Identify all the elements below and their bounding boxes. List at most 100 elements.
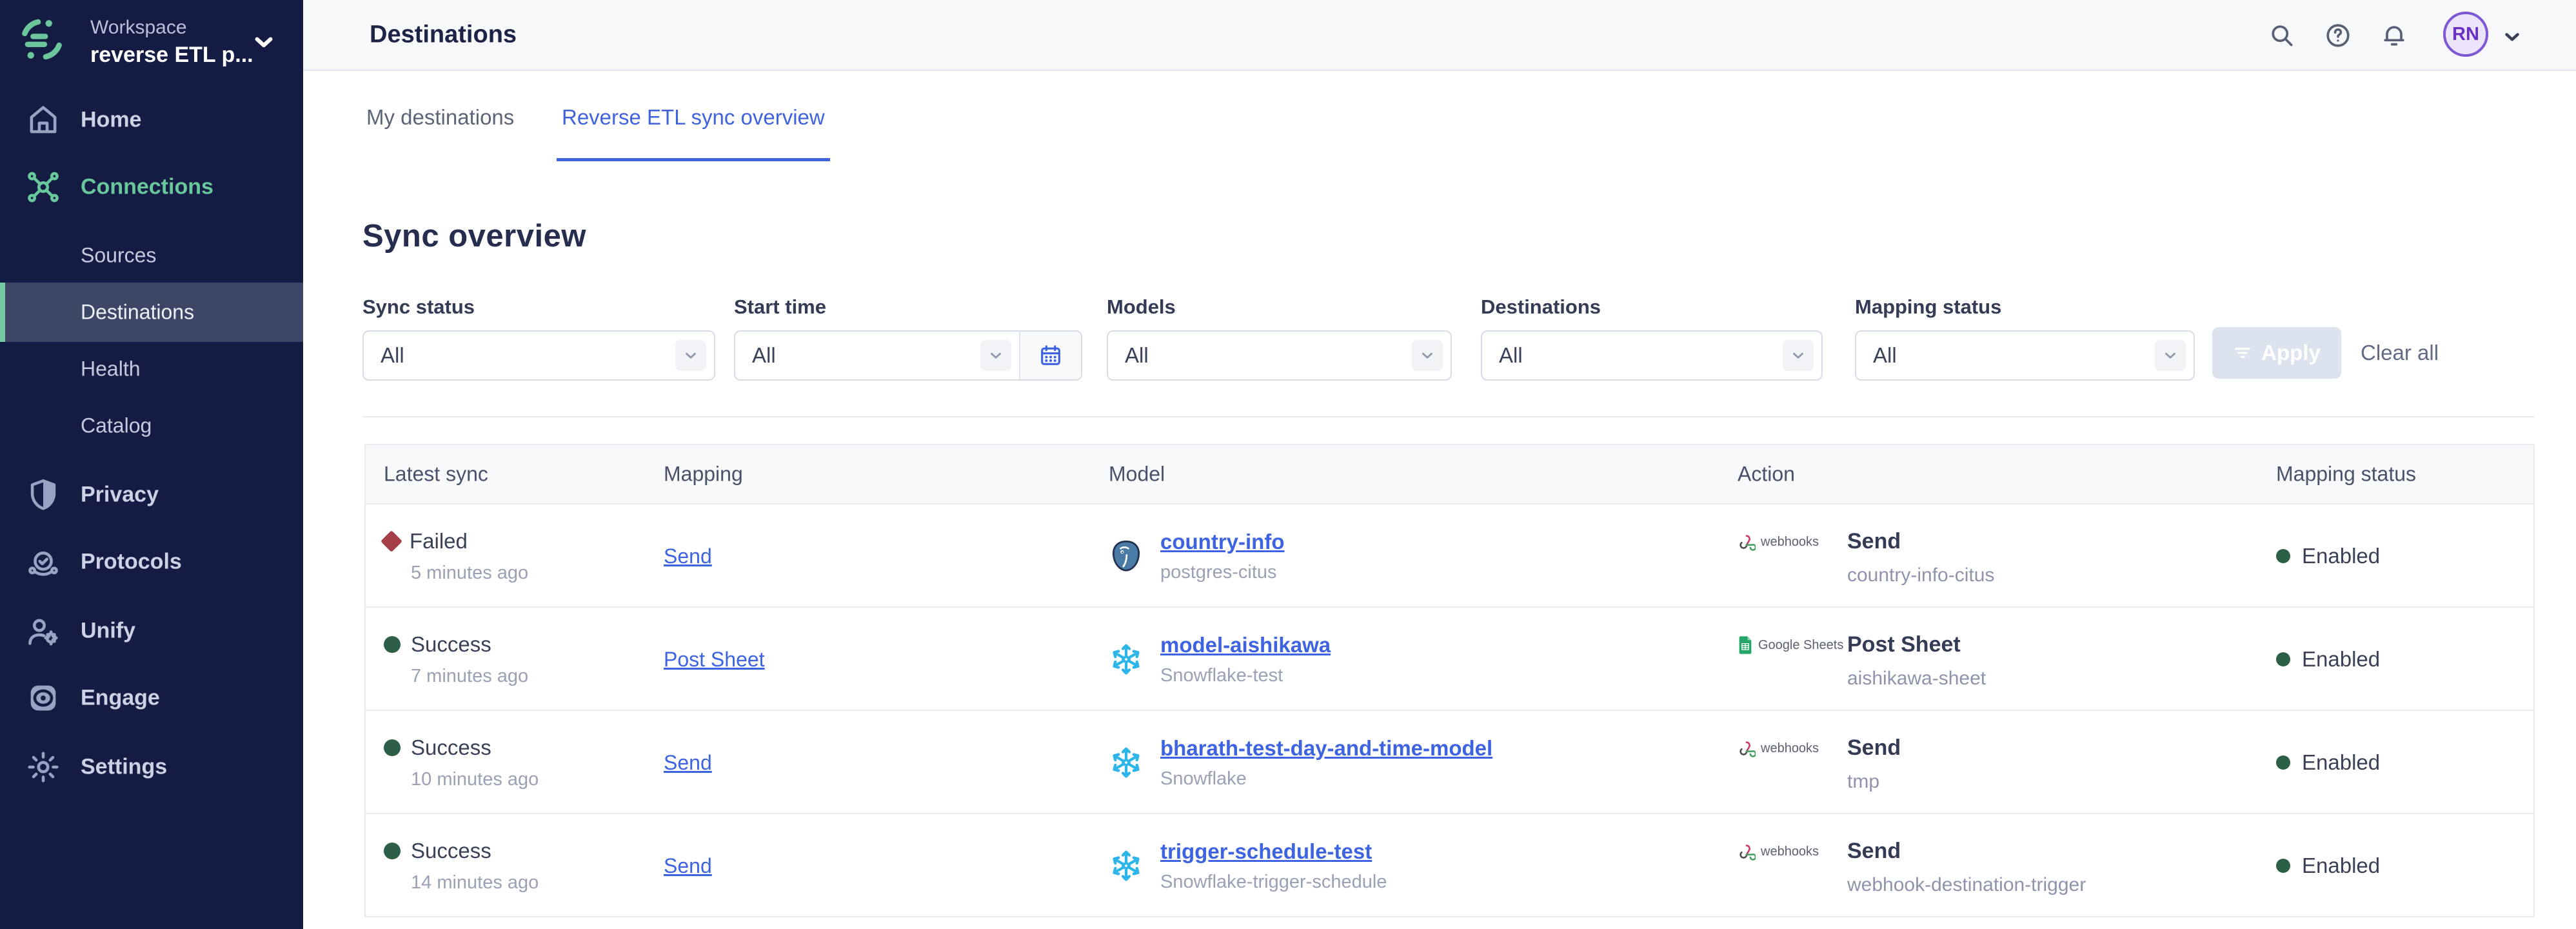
webhooks-logo: webhooks [1738,533,1847,551]
sync-overview-section: Sync overview Sync status All Start time… [303,163,2576,929]
mapping-status-cell: Enabled [2276,608,2380,711]
sidebar-item-catalog[interactable]: Catalog [0,396,303,455]
sidebar-item-label: Health [81,357,141,381]
col-action: Action [1738,463,1795,486]
sidebar-item-settings[interactable]: Settings [0,734,303,801]
sidebar-item-label: Engage [81,686,160,711]
mapping-cell: Post Sheet [664,608,765,711]
select-value: All [381,343,404,368]
sidebar-item-protocols[interactable]: Protocols [0,528,303,595]
bell-icon[interactable] [2380,21,2408,50]
action-target: tmp [1847,771,1901,793]
gear-icon [25,748,62,786]
sidebar-item-label: Sources [81,244,156,268]
postgres-icon [1109,539,1144,574]
action-target: country-info-citus [1847,564,1994,586]
filter-icon [2233,343,2252,363]
models-select[interactable]: All [1107,330,1452,381]
sidebar-item-connections[interactable]: Connections [0,154,303,221]
sidebar-item-label: Connections [81,175,213,200]
top-bar: Destinations RN [303,0,2576,71]
model-link[interactable]: bharath-test-day-and-time-model [1160,736,1492,761]
sync-time: 7 minutes ago [411,666,528,687]
model-link[interactable]: trigger-schedule-test [1160,839,1387,864]
engage-icon [25,679,62,717]
help-icon[interactable] [2324,21,2352,50]
model-link[interactable]: model-aishikawa [1160,633,1331,657]
table-header-row: Latest sync Mapping Model Action Mapping… [366,445,2533,504]
snowflake-icon [1109,642,1144,677]
sidebar-item-home[interactable]: Home [0,86,303,154]
action-target: aishikawa-sheet [1847,668,1986,690]
page-title: Destinations [370,21,517,49]
mapping-cell: Send [664,814,712,917]
destinations-select[interactable]: All [1481,330,1823,381]
tab-my-destinations[interactable]: My destinations [366,72,514,163]
avatar[interactable]: RN [2443,12,2488,57]
mapping-status-cell: Enabled [2276,504,2380,608]
action-name: Send [1847,735,1901,761]
filter-destinations: Destinations All [1481,295,1823,381]
action-name: Send [1847,839,2086,864]
latest-sync-cell: Success 14 minutes ago [384,814,539,917]
enabled-dot-icon [2276,652,2290,666]
sidebar: Workspace reverse ETL p... Home Connecti… [0,0,303,929]
sidebar-item-label: Home [81,108,141,133]
sidebar-item-destinations[interactable]: Destinations [0,283,303,342]
sidebar-item-engage[interactable]: Engage [0,664,303,732]
snowflake-icon [1109,745,1144,780]
apply-button[interactable]: Apply [2212,327,2341,379]
model-link[interactable]: country-info [1160,530,1284,554]
tab-reverse-etl-sync-overview[interactable]: Reverse ETL sync overview [562,72,825,163]
sidebar-item-health[interactable]: Health [0,339,303,399]
col-latest-sync: Latest sync [384,463,488,486]
sync-status-text: Success [411,632,491,657]
action-target: webhook-destination-trigger [1847,874,2086,896]
mapping-cell: Send [664,711,712,814]
mapping-link[interactable]: Send [664,544,712,568]
mapping-status-text: Enabled [2302,750,2380,775]
webhooks-logo: webhooks [1738,843,1847,861]
col-mapping: Mapping [664,463,743,486]
mapping-link[interactable]: Send [664,751,712,775]
select-value: All [1873,343,1897,368]
sync-time: 5 minutes ago [411,563,528,584]
sync-status-select[interactable]: All [362,330,715,381]
avatar-chevron-down-icon[interactable] [2501,26,2523,48]
mapping-link[interactable]: Send [664,854,712,878]
enabled-dot-icon [2276,859,2290,873]
sidebar-item-unify[interactable]: Unify [0,597,303,664]
sidebar-item-label: Destinations [81,301,194,325]
model-cell: country-info postgres-citus [1109,504,1284,608]
action-cell: webhooks Send country-info-citus [1738,504,1994,608]
filter-label: Start time [734,295,1082,319]
workspace-chevron-down-icon[interactable] [250,28,277,55]
workspace-switcher[interactable]: Workspace reverse ETL p... [0,0,303,87]
mapping-status-select[interactable]: All [1855,330,2195,381]
model-source: Snowflake [1160,768,1492,790]
clear-all-button[interactable]: Clear all [2361,327,2439,379]
sidebar-item-sources[interactable]: Sources [0,226,303,285]
action-name: Send [1847,529,1994,554]
sidebar-item-privacy[interactable]: Privacy [0,461,303,528]
mapping-link[interactable]: Post Sheet [664,648,765,672]
model-cell: model-aishikawa Snowflake-test [1109,608,1331,711]
sync-status-text: Success [411,839,491,863]
search-icon[interactable] [2268,21,2296,50]
connections-icon [25,168,62,206]
snowflake-icon [1109,848,1144,883]
mapping-status-text: Enabled [2302,544,2380,568]
sidebar-item-label: Unify [81,619,135,644]
action-cell: Google Sheets Post Sheet aishikawa-sheet [1738,608,1986,711]
filter-models: Models All [1107,295,1452,381]
calendar-icon[interactable] [1019,332,1081,379]
model-source: Snowflake-trigger-schedule [1160,872,1387,893]
latest-sync-cell: Success 7 minutes ago [384,608,528,711]
mapping-status-text: Enabled [2302,854,2380,878]
filter-label: Mapping status [1855,295,2195,319]
start-time-select[interactable]: All [734,330,1082,381]
success-status-icon [384,636,401,653]
filter-start-time: Start time All [734,295,1082,381]
model-source: postgres-citus [1160,562,1284,583]
chevron-down-icon [980,340,1011,371]
